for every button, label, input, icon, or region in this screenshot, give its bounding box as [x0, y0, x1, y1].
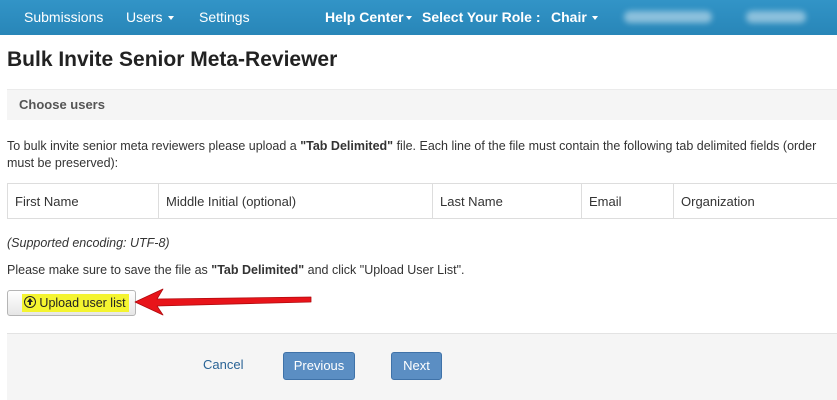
next-button[interactable]: Next — [391, 352, 442, 380]
nav-settings[interactable]: Settings — [199, 0, 250, 35]
save-note-after: and click "Upload User List". — [304, 263, 465, 277]
page-title: Bulk Invite Senior Meta-Reviewer — [7, 48, 338, 71]
upload-button-label: Upload user list — [39, 296, 126, 310]
top-navbar: Submissions Users Settings Help Center S… — [0, 0, 837, 35]
upload-user-list-button[interactable]: Upload user list — [7, 290, 136, 316]
redacted-user-name[interactable] — [624, 11, 712, 23]
panel-heading: Choose users — [7, 89, 837, 120]
circle-arrow-up-icon — [24, 296, 37, 308]
select-role-label: Select Your Role : — [422, 9, 541, 25]
encoding-note: (Supported encoding: UTF-8) — [7, 236, 170, 250]
caret-down-icon — [591, 16, 598, 20]
field-organization: Organization — [673, 183, 837, 219]
previous-button[interactable]: Previous — [283, 352, 355, 380]
nav-users[interactable]: Users — [126, 0, 174, 35]
instructions-text-bold: "Tab Delimited" — [300, 139, 394, 153]
save-file-note: Please make sure to save the file as "Ta… — [7, 263, 465, 277]
redacted-user-menu[interactable] — [746, 11, 806, 23]
table-row: First Name Middle Initial (optional) Las… — [7, 183, 837, 219]
nav-help-center-label: Help Center — [325, 9, 404, 25]
required-fields-table: First Name Middle Initial (optional) Las… — [7, 183, 837, 219]
upload-button-highlight: Upload user list — [22, 294, 129, 312]
wizard-footer: Cancel Previous Next — [7, 333, 837, 400]
caret-down-icon — [167, 16, 174, 20]
field-middle-initial: Middle Initial (optional) — [158, 183, 433, 219]
nav-submissions[interactable]: Submissions — [24, 0, 103, 35]
cancel-link[interactable]: Cancel — [203, 357, 243, 372]
save-note-before: Please make sure to save the file as — [7, 263, 212, 277]
field-last-name: Last Name — [432, 183, 582, 219]
field-email: Email — [581, 183, 674, 219]
role-dropdown[interactable]: Chair — [551, 0, 598, 35]
caret-down-icon — [405, 16, 412, 20]
save-note-bold: "Tab Delimited" — [211, 263, 305, 277]
upload-instructions: To bulk invite senior meta reviewers ple… — [7, 138, 835, 172]
field-first-name: First Name — [7, 183, 159, 219]
nav-users-label: Users — [126, 9, 163, 25]
instructions-text-before: To bulk invite senior meta reviewers ple… — [7, 139, 301, 153]
annotation-arrow-icon — [134, 288, 312, 316]
nav-help-center[interactable]: Help Center — [325, 0, 412, 35]
role-dropdown-label: Chair — [551, 9, 587, 25]
